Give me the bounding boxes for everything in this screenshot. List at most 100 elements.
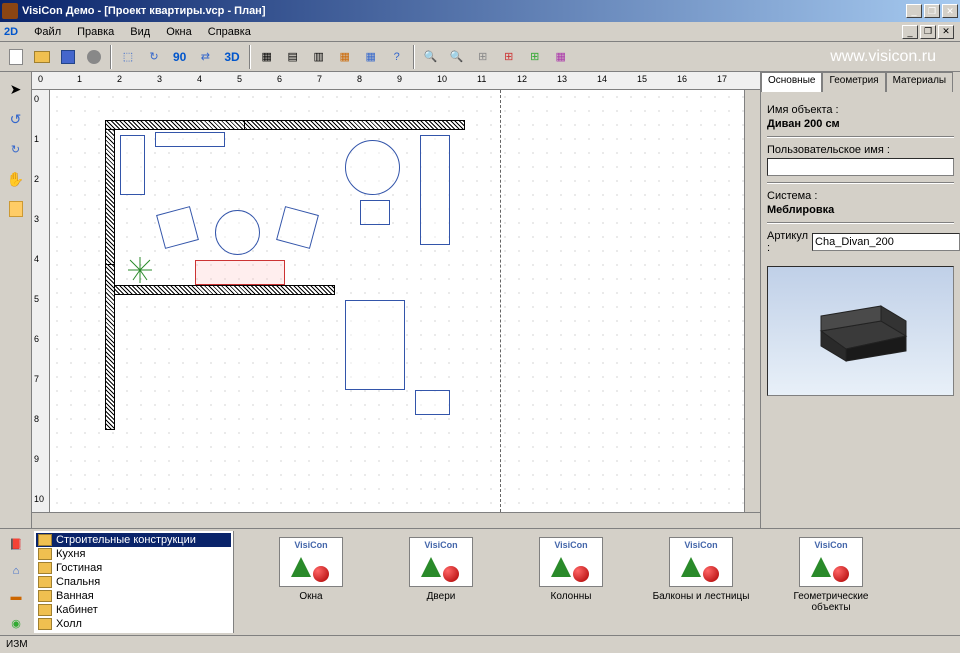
view-mode-2d[interactable]: 2D xyxy=(4,26,18,38)
furniture-plant[interactable] xyxy=(125,255,155,285)
tool-icon: ▦ xyxy=(262,50,272,63)
tree-tool-a[interactable]: 📕 xyxy=(3,533,29,556)
lib-item-doors[interactable]: VisiCon Двери xyxy=(386,537,496,602)
ruler-tick: 4 xyxy=(34,254,39,264)
furniture-kitchen-unit[interactable] xyxy=(420,135,450,245)
redo-tool[interactable]: ↻ xyxy=(3,136,29,162)
menu-view[interactable]: Вид xyxy=(122,24,158,40)
preview-3d[interactable] xyxy=(767,266,954,396)
view-3d-button[interactable]: 3D xyxy=(219,45,244,69)
tree-item-bedroom[interactable]: Спальня xyxy=(36,575,231,589)
tree-item-office[interactable]: Кабинет xyxy=(36,603,231,617)
furniture-table[interactable] xyxy=(345,140,400,195)
furniture-bed[interactable] xyxy=(345,300,405,390)
tab-main[interactable]: Основные xyxy=(761,72,822,92)
zoom-out-button[interactable]: 🔍 xyxy=(445,45,469,69)
wall[interactable] xyxy=(105,120,245,130)
user-name-input[interactable] xyxy=(767,158,954,176)
tree-tool-c[interactable]: ▬ xyxy=(3,586,29,609)
open-icon xyxy=(34,51,50,63)
rotate-tool-button[interactable]: ↻ xyxy=(142,45,166,69)
cursor-tool[interactable]: ➤ xyxy=(3,76,29,102)
mdi-restore-button[interactable]: ❐ xyxy=(920,25,936,39)
furniture-sofa-selected[interactable] xyxy=(195,260,285,285)
library-panel: 📕 ⌂ ▬ ◉ Строительные конструкции Кухня Г… xyxy=(0,528,960,635)
plan-canvas[interactable] xyxy=(50,90,744,512)
ruler-tick: 9 xyxy=(397,74,402,84)
rotate90-button[interactable]: 90 xyxy=(168,45,191,69)
ruler-tick: 5 xyxy=(34,294,39,304)
furniture-shelf[interactable] xyxy=(155,132,225,147)
open-button[interactable] xyxy=(30,45,54,69)
mdi-minimize-button[interactable]: _ xyxy=(902,25,918,39)
new-button[interactable] xyxy=(4,45,28,69)
menu-file[interactable]: Файл xyxy=(26,24,69,40)
tree-item-label: Ванная xyxy=(56,590,94,602)
menu-windows[interactable]: Окна xyxy=(158,24,200,40)
tab-materials[interactable]: Материалы xyxy=(886,72,954,92)
wall[interactable] xyxy=(105,285,335,295)
lib-item-columns[interactable]: VisiCon Колонны xyxy=(516,537,626,602)
furniture-nightstand[interactable] xyxy=(415,390,450,415)
lib-item-balconies[interactable]: VisiCon Балконы и лестницы xyxy=(646,537,756,602)
tool-c-button[interactable]: ▥ xyxy=(307,45,331,69)
lib-item-windows[interactable]: VisiCon Окна xyxy=(256,537,366,602)
grid-button[interactable]: ▦ xyxy=(333,45,357,69)
tree-item-bathroom[interactable]: Ванная xyxy=(36,589,231,603)
article-label: Артикул : xyxy=(767,230,808,254)
ruler-tick: 4 xyxy=(197,74,202,84)
ruler-tick: 1 xyxy=(77,74,82,84)
menu-help[interactable]: Справка xyxy=(200,24,259,40)
lib-thumb: VisiCon xyxy=(279,537,343,587)
tree-item-construction[interactable]: Строительные конструкции xyxy=(36,533,231,547)
pan-tool[interactable]: ✋ xyxy=(3,166,29,192)
furniture-chair[interactable] xyxy=(156,206,199,249)
folder-icon xyxy=(38,548,52,560)
category-tree[interactable]: Строительные конструкции Кухня Гостиная … xyxy=(34,531,234,633)
wall[interactable] xyxy=(105,120,115,265)
select-tool-button[interactable]: ⬚ xyxy=(116,45,140,69)
tree-item-hall[interactable]: Холл xyxy=(36,617,231,631)
page-tool[interactable] xyxy=(3,196,29,222)
mdi-close-button[interactable]: ✕ xyxy=(938,25,954,39)
zoom-in-button[interactable]: 🔍 xyxy=(419,45,443,69)
tree-tool-d[interactable]: ◉ xyxy=(3,613,29,636)
close-button[interactable]: ✕ xyxy=(942,4,958,18)
rotate-icon: ↻ xyxy=(149,50,158,63)
vertical-scrollbar[interactable] xyxy=(744,90,760,512)
save-button[interactable] xyxy=(56,45,80,69)
cursor-icon: ➤ xyxy=(10,81,22,98)
furniture-chair[interactable] xyxy=(360,200,390,225)
tree-item-kitchen[interactable]: Кухня xyxy=(36,547,231,561)
maximize-button[interactable]: ❐ xyxy=(924,4,940,18)
lib-item-geometry[interactable]: VisiCon Геометрические объекты xyxy=(776,537,886,613)
orbit-tool[interactable]: ↺ xyxy=(3,106,29,132)
horizontal-ruler: 0 1 2 3 4 5 6 7 8 9 10 11 12 13 14 15 16… xyxy=(32,72,760,90)
snap2-icon: ⊞ xyxy=(504,50,513,63)
snap3-button[interactable]: ⊞ xyxy=(523,45,547,69)
tree-tool-b[interactable]: ⌂ xyxy=(3,560,29,583)
tool-a-button[interactable]: ▦ xyxy=(255,45,279,69)
flip-button[interactable]: ⇄ xyxy=(193,45,217,69)
furniture-cabinet[interactable] xyxy=(120,135,145,195)
article-input[interactable] xyxy=(812,233,960,251)
horizontal-scrollbar[interactable] xyxy=(32,512,760,528)
hatch-button[interactable]: ▦ xyxy=(549,45,573,69)
furniture-table[interactable] xyxy=(215,210,260,255)
ruler-tick: 10 xyxy=(34,494,44,504)
left-toolbar: ➤ ↺ ↻ ✋ xyxy=(0,72,32,528)
tree-item-label: Холл xyxy=(56,618,82,630)
furniture-chair[interactable] xyxy=(276,206,319,249)
tree-item-livingroom[interactable]: Гостиная xyxy=(36,561,231,575)
lib-thumb: VisiCon xyxy=(409,537,473,587)
table-button[interactable]: ▦ xyxy=(359,45,383,69)
minimize-button[interactable]: _ xyxy=(906,4,922,18)
snap2-button[interactable]: ⊞ xyxy=(497,45,521,69)
tab-geometry[interactable]: Геометрия xyxy=(822,72,885,92)
snap-button[interactable]: ⊞ xyxy=(471,45,495,69)
properties-body: Имя объекта : Диван 200 см Пользовательс… xyxy=(761,92,960,260)
menu-edit[interactable]: Правка xyxy=(69,24,122,40)
settings-button[interactable] xyxy=(82,45,106,69)
tool-b-button[interactable]: ▤ xyxy=(281,45,305,69)
help-button[interactable]: ? xyxy=(385,45,409,69)
